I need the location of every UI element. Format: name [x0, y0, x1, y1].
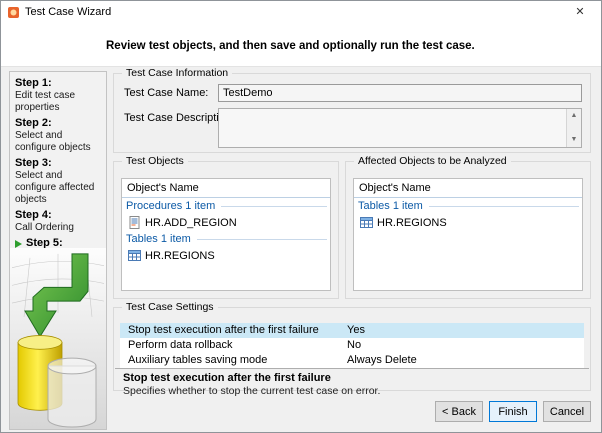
wizard-header: Review test objects, and then save and o… [1, 23, 601, 67]
close-icon[interactable]: ✕ [571, 4, 589, 20]
finish-button[interactable]: Finish [489, 401, 537, 422]
window-title: Test Case Wizard [25, 6, 111, 18]
sidebar-step-5-active: Step 5: Finalize test case [15, 237, 103, 248]
procedures-group-row[interactable]: Procedures 1 item [122, 198, 330, 214]
group-title: Affected Objects to be Analyzed [354, 155, 511, 167]
wizard-header-title: Review test objects, and then save and o… [106, 40, 475, 52]
step-label: Step 2: [15, 117, 103, 130]
group-row-label: Procedures 1 item [126, 200, 215, 212]
group-row-label: Tables 1 item [126, 233, 191, 245]
footer-buttons: < Back Finish Cancel [435, 401, 591, 422]
settings-table: Stop test execution after the first fail… [120, 323, 584, 368]
test-case-wizard-dialog: Test Case Wizard ✕ Review test objects, … [0, 0, 602, 433]
settings-row-selected[interactable]: Stop test execution after the first fail… [120, 323, 584, 338]
sidebar-step-3: Step 3: Select and configure affected ob… [15, 157, 103, 206]
test-case-information-group: Test Case Information Test Case Name: Te… [113, 73, 591, 153]
cancel-button[interactable]: Cancel [543, 401, 591, 422]
group-row-rule [221, 206, 327, 207]
group-title: Test Case Information [122, 67, 232, 79]
step-label: Step 3: [15, 157, 103, 170]
objects-name-column-header[interactable]: Object's Name [122, 179, 330, 198]
description-scrollbar[interactable]: ▲ ▼ [566, 109, 581, 147]
scroll-up-icon[interactable]: ▲ [567, 110, 581, 122]
test-objects-group: Test Objects Object's Name Procedures 1 … [113, 161, 339, 299]
app-icon [7, 6, 20, 19]
table-icon [360, 216, 373, 229]
affected-objects-list: Object's Name Tables 1 item [353, 178, 583, 291]
back-button[interactable]: < Back [435, 401, 483, 422]
list-item[interactable]: HR.REGIONS [354, 214, 582, 231]
sidebar-step-4: Step 4: Call Ordering [15, 209, 103, 234]
step-description: Call Ordering [15, 222, 103, 234]
list-item[interactable]: HR.REGIONS [122, 247, 330, 264]
step-label: Step 1: [15, 77, 103, 90]
step-description: Select and configure affected objects [15, 170, 103, 206]
setting-detail-title: Stop test execution after the first fail… [123, 372, 581, 385]
setting-name: Stop test execution after the first fail… [120, 323, 347, 338]
setting-value: Yes [347, 323, 584, 338]
settings-row[interactable]: Perform data rollback No [120, 338, 584, 353]
affected-objects-group: Affected Objects to be Analyzed Object's… [345, 161, 591, 299]
table-icon [128, 249, 141, 262]
object-name: HR.ADD_REGION [145, 217, 237, 229]
objects-name-column-header[interactable]: Object's Name [354, 179, 582, 198]
object-name: HR.REGIONS [145, 250, 215, 262]
step-label: Step 4: [15, 209, 103, 222]
setting-detail-description: Specifies whether to stop the current te… [123, 385, 581, 397]
sidebar-step-1: Step 1: Edit test case properties [15, 77, 103, 114]
wizard-illustration [10, 248, 106, 429]
group-row-rule [197, 239, 327, 240]
group-title: Test Case Settings [122, 301, 218, 313]
title-bar: Test Case Wizard ✕ [1, 1, 601, 23]
step-description: Select and configure objects [15, 130, 103, 154]
group-row-label: Tables 1 item [358, 200, 423, 212]
test-case-settings-group: Test Case Settings Stop test execution a… [113, 307, 591, 391]
test-objects-list: Object's Name Procedures 1 item [121, 178, 331, 291]
scroll-down-icon[interactable]: ▼ [567, 134, 581, 146]
test-case-description-input[interactable] [219, 109, 566, 147]
test-case-name-label: Test Case Name: [124, 87, 208, 99]
tables-group-row[interactable]: Tables 1 item [122, 231, 330, 247]
list-item[interactable]: HR.ADD_REGION [122, 214, 330, 231]
setting-name: Auxiliary tables saving mode [120, 353, 347, 368]
steps-list: Step 1: Edit test case properties Step 2… [10, 72, 106, 248]
setting-value: Always Delete [347, 353, 584, 368]
procedure-icon [128, 216, 141, 229]
setting-value: No [347, 338, 584, 353]
group-title: Test Objects [122, 155, 188, 167]
wizard-body: Step 1: Edit test case properties Step 2… [1, 67, 601, 432]
step-label: Step 5: [26, 237, 103, 248]
step-description: Edit test case properties [15, 90, 103, 114]
tables-group-row[interactable]: Tables 1 item [354, 198, 582, 214]
wizard-steps-sidebar: Step 1: Edit test case properties Step 2… [9, 71, 107, 430]
setting-name: Perform data rollback [120, 338, 347, 353]
setting-detail-pane: Stop test execution after the first fail… [115, 368, 589, 389]
object-name: HR.REGIONS [377, 217, 447, 229]
group-row-rule [429, 206, 579, 207]
test-case-name-input[interactable] [218, 84, 582, 102]
test-case-description-field[interactable]: ▲ ▼ [218, 108, 582, 148]
active-step-arrow-icon [15, 240, 22, 248]
settings-row[interactable]: Auxiliary tables saving mode Always Dele… [120, 353, 584, 368]
sidebar-step-2: Step 2: Select and configure objects [15, 117, 103, 154]
